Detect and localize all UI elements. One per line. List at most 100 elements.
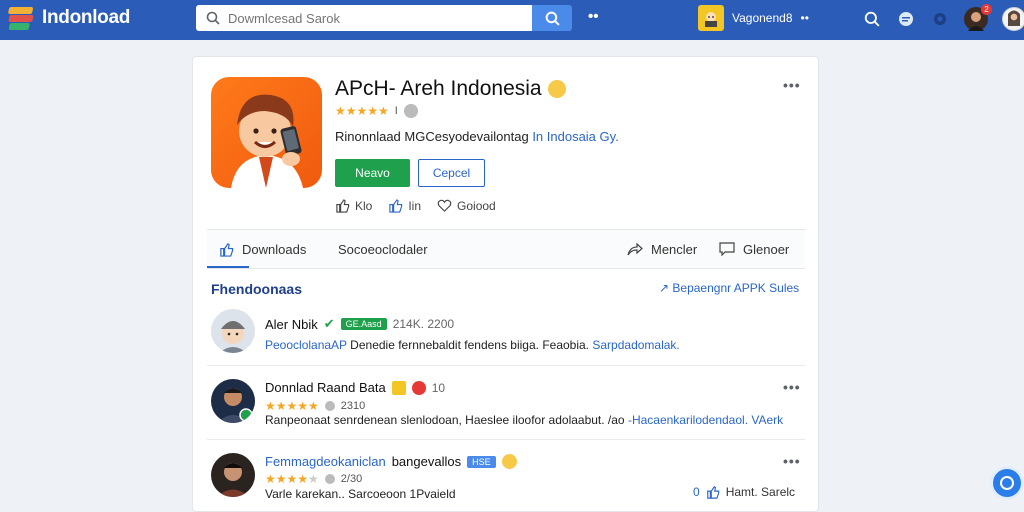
favorite-action[interactable]: Goiood	[437, 198, 496, 213]
thumbs-up-icon	[220, 242, 234, 257]
person-photo-icon	[217, 463, 249, 497]
reviews-section-link-label: Bepaengnr APPK Sules	[672, 281, 800, 295]
divider	[207, 365, 805, 366]
chat-fab-button[interactable]	[990, 466, 1024, 500]
review-body: Ranpeonaat senrdenean slenlodoan, Haesle…	[265, 413, 625, 427]
profile-avatar[interactable]	[1002, 7, 1024, 31]
reviewer-avatar[interactable]	[211, 453, 255, 497]
tab-socoeoclodaler-label: Socoeoclodaler	[338, 241, 428, 257]
reviewer-name[interactable]: Aler Nbik	[265, 317, 318, 332]
badge-icon	[411, 380, 426, 395]
thumbs-up-icon	[389, 199, 403, 213]
like-label: Klo	[355, 198, 373, 213]
review-count: 10	[431, 380, 446, 395]
thumbs-up-icon	[336, 199, 350, 213]
more-menu-button[interactable]: ••	[588, 8, 599, 25]
review-3-header: Femmagdeokaniclan bangevallos HSE	[265, 454, 517, 469]
cartoon-person-icon	[219, 321, 247, 353]
star-rating-icon: ★★★★★	[335, 104, 389, 118]
user-menu-dots[interactable]: ••	[801, 11, 809, 25]
chat-icon[interactable]	[896, 9, 916, 29]
review-3-meta: ★★★★★ 2/30	[265, 472, 362, 486]
review-tag: HSE	[467, 455, 496, 468]
review-1-header: Aler Nbik ✔ GE.Aasd 214K. 2200	[265, 316, 454, 332]
app-icon	[211, 77, 322, 188]
reviews-section-title: Fhendoonaas	[211, 281, 303, 297]
logo-icon	[8, 7, 34, 30]
reviewer-name[interactable]: Donnlad Raand Bata	[265, 380, 386, 395]
review-3-actions[interactable]: 0 Hamt. Sarelc	[693, 485, 795, 499]
smile-emoji-icon	[547, 80, 566, 98]
reviewer-avatar[interactable]	[211, 309, 255, 353]
reviewer-name[interactable]: Femmagdeokaniclan	[265, 454, 386, 469]
reviews-section-link[interactable]: ↗ Bepaengnr APPK Sules	[659, 281, 799, 295]
tab-downloads-content[interactable]: Downloads	[219, 230, 306, 268]
app-detail-card: APcH- Areh Indonesia ••• ★★★★★ I Rinonnl…	[192, 56, 819, 512]
user-avatar-icon	[1008, 10, 1020, 26]
review-more-options[interactable]: •••	[783, 453, 801, 469]
badge-icon	[391, 380, 406, 395]
info-icon	[324, 401, 335, 411]
review-1-text: PeooclolanaAP Denedie fernnebaldit fende…	[265, 338, 680, 352]
review-meta: 2310	[340, 400, 366, 412]
user-chip[interactable]: Vagonend8 ••	[698, 5, 809, 31]
settings-icon[interactable]	[930, 9, 950, 29]
thumbs-up-icon	[706, 485, 719, 499]
chat-bubble-icon	[1000, 476, 1014, 490]
app-description-link[interactable]: In Indosaia	[532, 129, 596, 144]
cartoon-man-phone-icon	[231, 94, 303, 188]
user-chip-avatar	[698, 5, 724, 31]
heart-icon	[437, 199, 452, 212]
tab-comment[interactable]: Glenoer	[719, 230, 789, 268]
search-icon[interactable]	[862, 9, 882, 29]
review-link[interactable]: PeooclolanaAP	[265, 338, 347, 352]
search-bar[interactable]	[196, 5, 532, 31]
star-rating-icon: ★★★★★	[265, 472, 319, 486]
tab-comment-label: Glenoer	[743, 241, 790, 257]
smile-emoji-icon	[501, 454, 517, 469]
recommend-action[interactable]: Iin	[388, 198, 421, 213]
app-rating: ★★★★★ I	[335, 104, 418, 118]
review-link[interactable]: -Hacaenkarilodendaol. VAerk	[628, 413, 783, 427]
review-more-options[interactable]: •••	[783, 379, 801, 395]
reviewer-avatar[interactable]	[211, 379, 255, 423]
user-name: Vagonend8	[732, 11, 793, 25]
face-icon	[705, 12, 717, 27]
review-meta: 214K. 2200	[392, 317, 455, 331]
search-icon	[206, 11, 220, 25]
tab-share-label: Mencler	[651, 241, 698, 257]
cancel-button[interactable]: Cepcel	[418, 159, 485, 187]
recommend-label: Iin	[408, 198, 422, 213]
review-body: Varle karekan.. Sarcoeoon 1Pvaield	[265, 487, 456, 501]
rating-text: I	[394, 105, 398, 117]
tab-socoeoclodaler[interactable]: Socoeoclodaler	[338, 230, 428, 268]
search-icon	[545, 11, 560, 26]
app-title: APcH- Areh Indonesia	[335, 77, 566, 101]
share-icon	[627, 242, 643, 256]
review-link[interactable]: Sarpdadomalak.	[592, 338, 679, 352]
tab-bar: Downloads Socoeoclodaler Mencler Glenoer	[207, 229, 805, 269]
review-3-text: Varle karekan.. Sarcoeoon 1Pvaield	[265, 487, 456, 501]
divider	[207, 439, 805, 440]
info-icon	[324, 474, 335, 484]
notification-badge: 2	[981, 4, 992, 15]
tab-downloads-label: Downloads	[242, 241, 307, 257]
avatar[interactable]: 2	[964, 4, 992, 31]
app-description-text: Rinonnlaad MGCesyodevailontag	[335, 129, 529, 144]
search-input[interactable]	[228, 10, 518, 26]
like-count: 0	[693, 485, 700, 499]
app-description: Rinonnlaad MGCesyodevailontag In Indosai…	[335, 129, 619, 144]
favorite-label: Goiood	[457, 198, 496, 213]
person-photo-icon	[217, 388, 253, 423]
like-action[interactable]: Klo	[335, 198, 372, 213]
logo[interactable]: Indonload	[8, 4, 130, 32]
arrow-icon: ↗	[659, 281, 670, 295]
tab-share[interactable]: Mencler	[627, 230, 697, 268]
comment-icon	[719, 242, 735, 256]
top-icons: 2	[862, 4, 1024, 31]
review-tag: GE.Aasd	[340, 318, 387, 330]
review-action-label: Hamt. Sarelc	[725, 485, 796, 499]
app-more-options-button[interactable]: •••	[783, 77, 801, 93]
search-button[interactable]	[532, 5, 572, 31]
install-button[interactable]: Neavo	[335, 159, 410, 187]
